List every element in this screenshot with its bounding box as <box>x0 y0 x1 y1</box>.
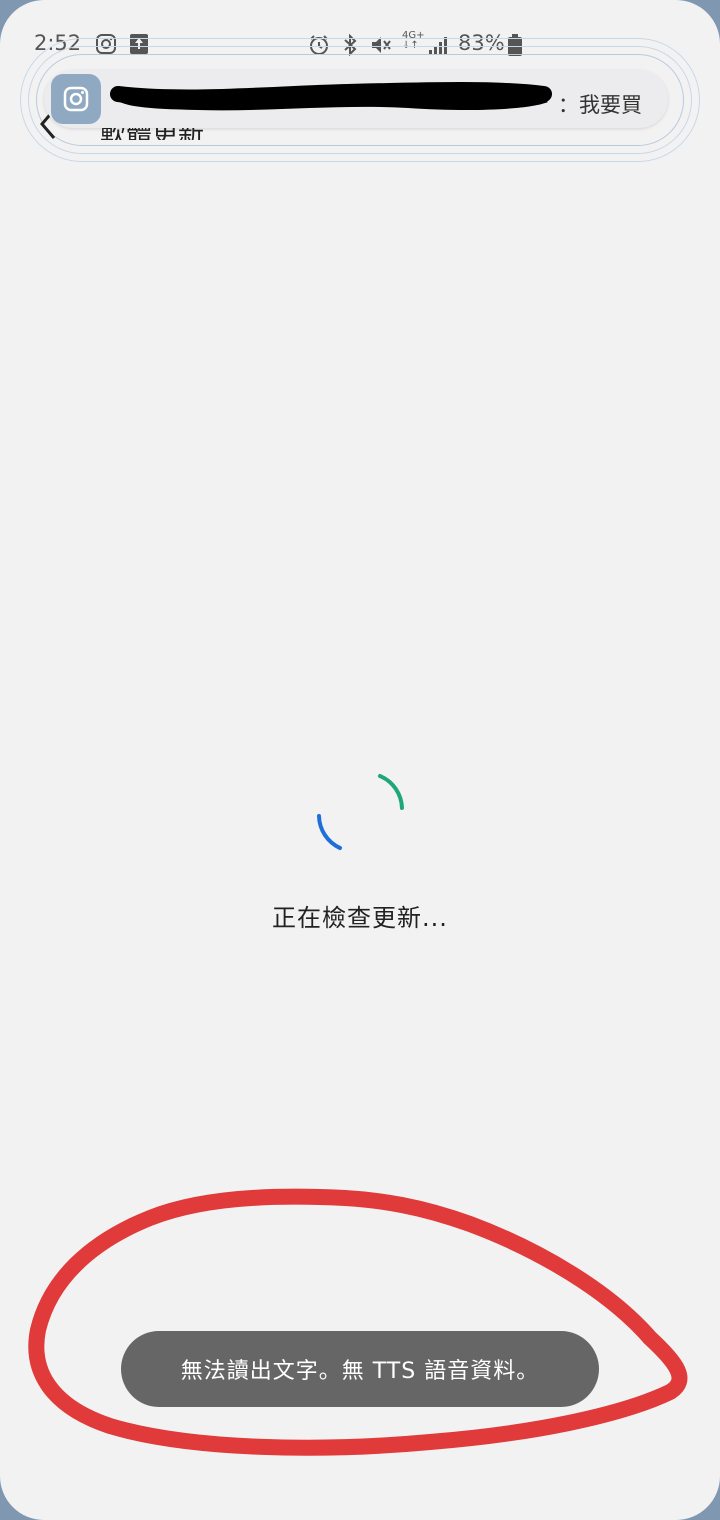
spinner-arc-blue <box>317 814 342 850</box>
loading-spinner <box>310 770 410 856</box>
notification-text: ：我要買 <box>558 93 642 117</box>
toast-message: 無法讀出文字。無 TTS 語音資料。 <box>121 1331 599 1407</box>
annotation-circle <box>28 1188 688 1456</box>
loading-message: 正在檢查更新... <box>272 904 448 932</box>
spinner-arc-green <box>378 774 404 810</box>
notification-app-icon <box>51 74 101 124</box>
phone-screen: 2:52 4G+ ↓↑ 83% 軟體更新 ：我要買 正在檢查更新... 無法讀出… <box>0 0 720 1520</box>
redaction-scribble <box>110 82 552 111</box>
instagram-icon <box>63 86 89 112</box>
